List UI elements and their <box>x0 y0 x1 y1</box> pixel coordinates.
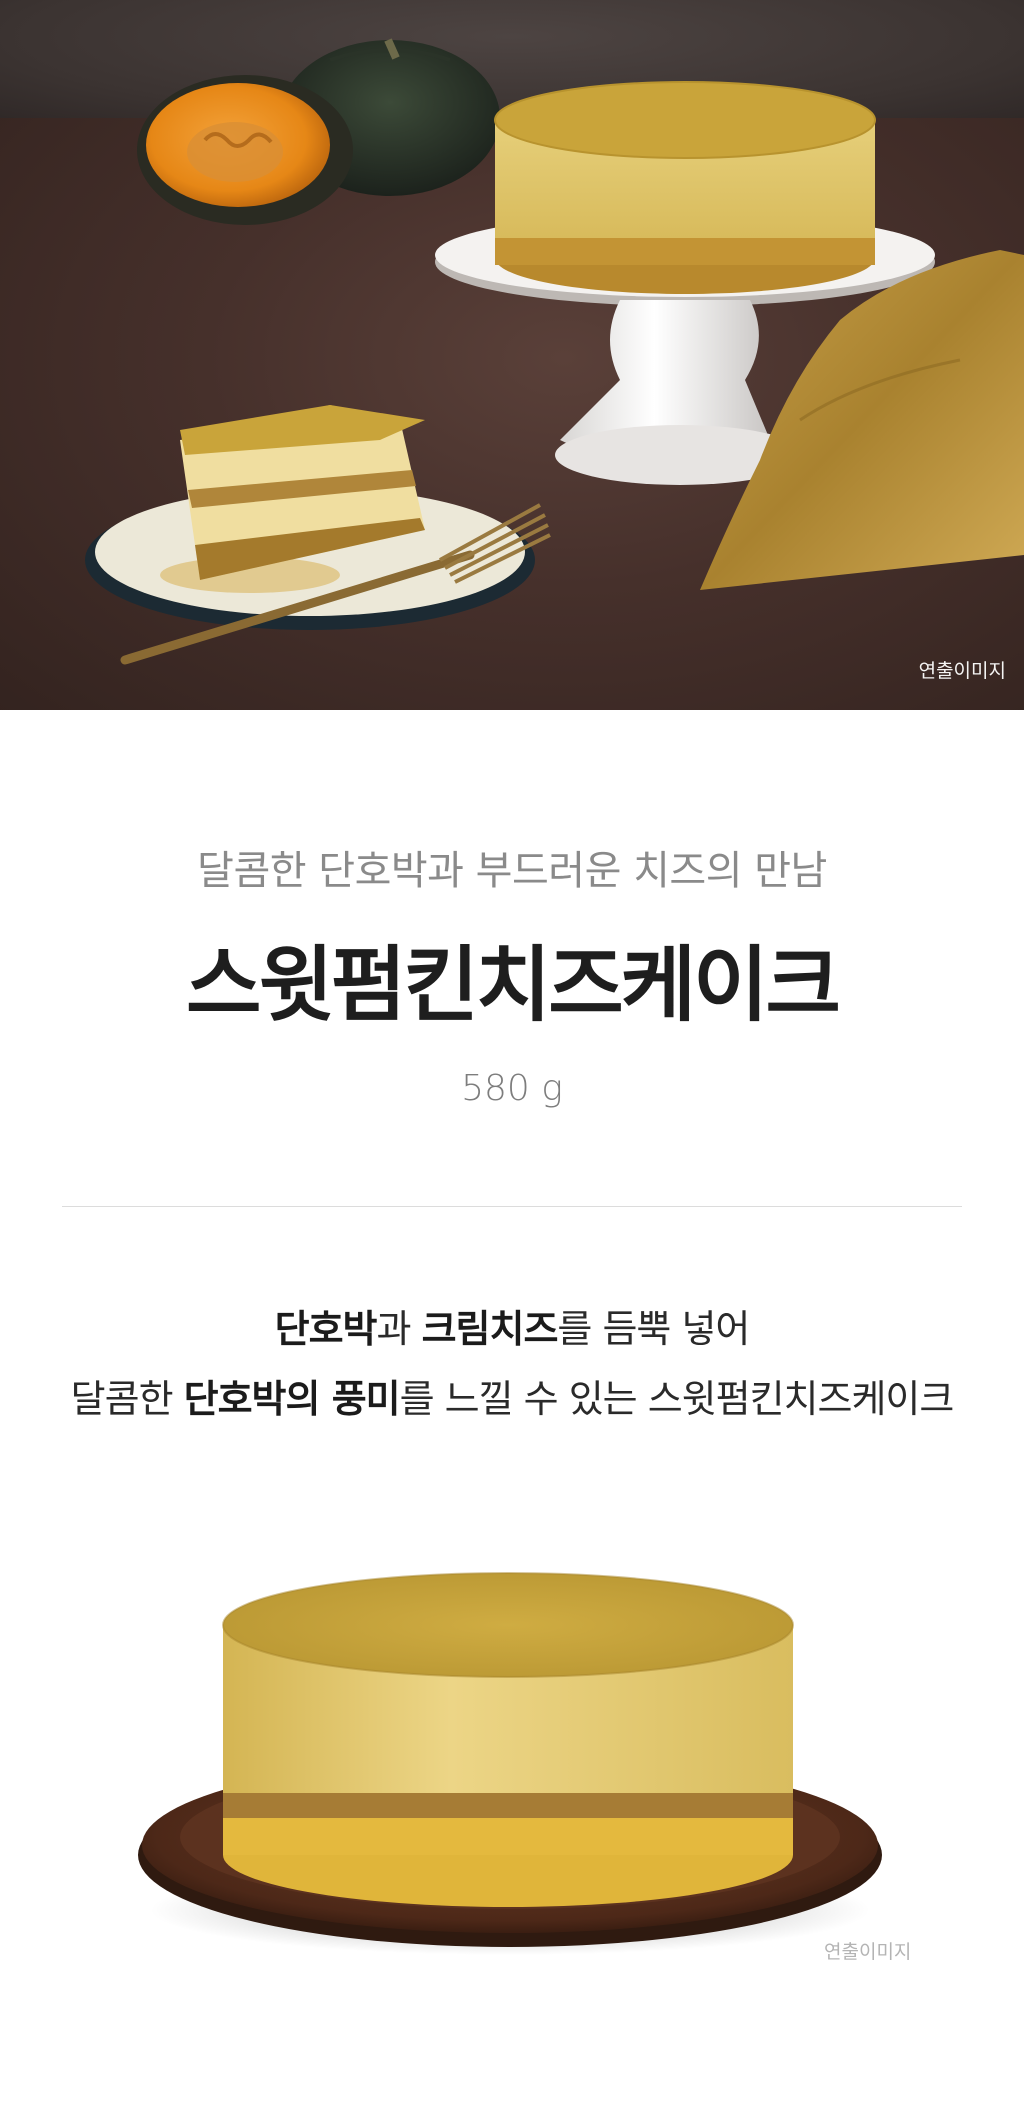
product-cake-image <box>138 1572 882 1955</box>
description-line-1: 단호박과 크림치즈를 듬뿍 넣어 <box>0 1298 1024 1353</box>
product-photo-caption: 연출이미지 <box>824 1941 912 1963</box>
desc-text: 를 듬뿍 넣어 <box>557 1307 750 1351</box>
cake-crust-layer <box>223 1790 793 1818</box>
desc-text: 달콤한 <box>70 1377 184 1421</box>
desc-highlight-pumpkin: 단호박 <box>274 1307 378 1351</box>
desc-text: 를 느낄 수 있는 스윗펌킨치즈케이크 <box>399 1377 955 1421</box>
desc-highlight-flavor: 단호박의 풍미 <box>183 1377 401 1421</box>
desc-text: 과 <box>376 1307 422 1351</box>
hero-illustration <box>85 38 1024 665</box>
desc-highlight-creamcheese: 크림치즈 <box>421 1307 559 1351</box>
hero-caption: 연출이미지 <box>918 660 1006 682</box>
product-subtitle: 달콤한 단호박과 부드러운 치즈의 만남 <box>197 848 827 894</box>
section-divider <box>62 1206 962 1207</box>
product-title: 스윗펌킨치즈케이크 <box>186 938 841 1033</box>
product-weight: 580 g <box>461 1068 563 1109</box>
description-line-2: 달콤한 단호박의 풍미를 느낄 수 있는 스윗펌킨치즈케이크 <box>0 1368 1024 1423</box>
hero-image: 연출이미지 <box>0 0 1024 710</box>
